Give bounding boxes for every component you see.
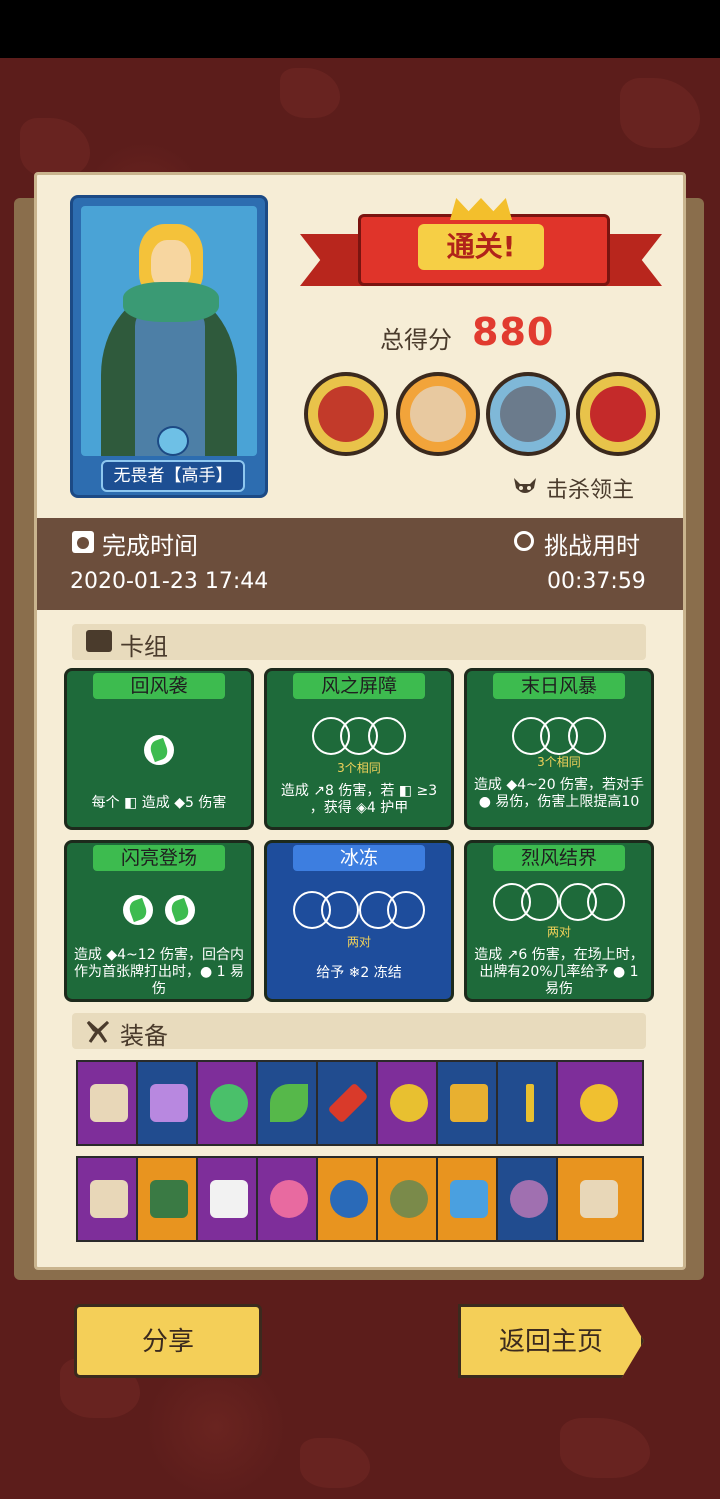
victory-title: 通关! — [418, 224, 544, 270]
equipment-item[interactable] — [496, 1060, 558, 1146]
deck-title: 卡组 — [120, 633, 168, 661]
cards-icon — [86, 630, 112, 652]
stopwatch-icon — [514, 531, 534, 551]
card-description: 给予 ❄2 冻结 — [316, 965, 402, 981]
crown-icon — [450, 198, 512, 220]
boss-portrait-1 — [304, 372, 388, 456]
kill-boss-label: 击杀领主 — [546, 478, 635, 503]
equipment-item[interactable] — [76, 1156, 138, 1242]
return-home-button[interactable]: 返回主页 — [458, 1304, 644, 1378]
card-condition: 3个相同 — [537, 755, 581, 769]
card-name: 烈风结界 — [493, 845, 625, 871]
victory-banner: 通关! — [300, 198, 662, 306]
card-orbs — [267, 717, 451, 759]
card-name: 风之屏障 — [293, 673, 425, 699]
hero-name: 无畏者【高手】 — [101, 460, 245, 492]
card-description: 造成 ↗8 伤害，若 ◧ ≥3 ，获得 ◈4 护甲 — [280, 783, 438, 816]
equipment-item[interactable] — [256, 1156, 318, 1242]
horned-skull-icon — [514, 478, 536, 493]
hero-portrait — [81, 206, 257, 456]
equipment-item[interactable] — [316, 1156, 378, 1242]
equipment-item[interactable] — [136, 1156, 198, 1242]
equipment-title: 装备 — [120, 1022, 168, 1050]
deck-card[interactable]: 末日风暴 3个相同 造成 ◆4~20 伤害，若对手 ● 易伤，伤害上限提高10 — [464, 668, 654, 830]
card-orbs — [67, 891, 251, 933]
score-label: 总得分 — [380, 326, 452, 354]
card-name: 回风袭 — [93, 673, 225, 699]
equipment-item[interactable] — [436, 1060, 498, 1146]
card-orbs — [467, 883, 651, 925]
boss-portrait-2 — [396, 372, 480, 456]
used-time-value: 00:37:59 — [547, 569, 646, 594]
complete-time-value: 2020-01-23 17:44 — [70, 569, 269, 594]
equipment-item[interactable] — [556, 1060, 644, 1146]
card-orbs — [67, 731, 251, 773]
calendar-icon — [72, 531, 94, 553]
status-bar — [0, 0, 720, 58]
pinwheel-icon — [86, 1020, 110, 1043]
equipment-item[interactable] — [196, 1060, 258, 1146]
card-condition: 两对 — [346, 935, 371, 949]
card-orbs — [267, 891, 451, 933]
deck-card[interactable]: 冰冻 两对 给予 ❄2 冻结 — [264, 840, 454, 1002]
equipment-item[interactable] — [496, 1156, 558, 1242]
card-name: 末日风暴 — [493, 673, 625, 699]
deck-card[interactable]: 闪亮登场 造成 ◆4~12 伤害，回合内作为首张牌打出时，● 1 易伤 — [64, 840, 254, 1002]
boss-portrait-3 — [486, 372, 570, 456]
deck-card[interactable]: 烈风结界 两对 造成 ↗6 伤害，在场上时，出牌有20%几率给予 ● 1 易伤 — [464, 840, 654, 1002]
card-description: 造成 ◆4~20 伤害，若对手 ● 易伤，伤害上限提高10 — [473, 777, 645, 810]
equipment-item[interactable] — [136, 1060, 198, 1146]
share-button[interactable]: 分享 — [74, 1304, 262, 1378]
equipment-item[interactable] — [376, 1060, 438, 1146]
card-condition: 两对 — [546, 925, 571, 939]
card-description: 每个 ◧ 造成 ◆5 伤害 — [91, 795, 227, 811]
card-description: 造成 ◆4~12 伤害，回合内作为首张牌打出时，● 1 易伤 — [73, 947, 245, 997]
skull-icon — [157, 426, 189, 456]
card-description: 造成 ↗6 伤害，在场上时，出牌有20%几率给予 ● 1 易伤 — [474, 947, 644, 997]
card-name: 冰冻 — [293, 845, 425, 871]
equipment-item[interactable] — [256, 1060, 318, 1146]
deck-card[interactable]: 回风袭 每个 ◧ 造成 ◆5 伤害 — [64, 668, 254, 830]
equipment-item[interactable] — [316, 1060, 378, 1146]
complete-time-label: 完成时间 — [102, 532, 198, 560]
equipment-item[interactable] — [556, 1156, 644, 1242]
equipment-item[interactable] — [196, 1156, 258, 1242]
equipment-item[interactable] — [376, 1156, 438, 1242]
used-time-label: 挑战用时 — [544, 532, 640, 560]
card-condition: 3个相同 — [337, 761, 381, 775]
score-value: 880 — [472, 310, 555, 354]
equipment-item[interactable] — [76, 1060, 138, 1146]
hero-card: 无畏者【高手】 — [70, 195, 268, 498]
equipment-item[interactable] — [436, 1156, 498, 1242]
boss-portrait-4 — [576, 372, 660, 456]
deck-card[interactable]: 风之屏障 3个相同 造成 ↗8 伤害，若 ◧ ≥3 ，获得 ◈4 护甲 — [264, 668, 454, 830]
card-name: 闪亮登场 — [93, 845, 225, 871]
